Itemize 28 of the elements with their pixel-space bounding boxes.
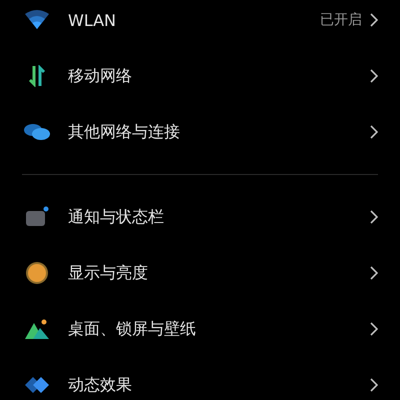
item-label: 移动网络 bbox=[68, 66, 133, 86]
chevron-icon bbox=[370, 266, 378, 280]
layers-icon bbox=[23, 374, 51, 396]
settings-item[interactable]: 动态效果 bbox=[0, 357, 400, 400]
mountain-icon bbox=[24, 318, 50, 340]
notification-icon bbox=[25, 206, 49, 228]
chevron-icon bbox=[370, 13, 378, 27]
settings-item[interactable]: 桌面、锁屏与壁纸 bbox=[0, 301, 400, 357]
item-label: WLAN bbox=[68, 10, 118, 30]
settings-item[interactable]: 通知与状态栏 bbox=[0, 189, 400, 245]
brightness-icon bbox=[25, 261, 49, 285]
item-label: 动态效果 bbox=[68, 374, 133, 396]
chevron-icon bbox=[370, 210, 378, 224]
chevron-icon bbox=[370, 125, 378, 139]
settings-item[interactable]: 移动网络 bbox=[0, 48, 400, 104]
chevron-icon bbox=[370, 378, 378, 392]
settings-item[interactable]: WLAN 已开启 bbox=[0, 0, 400, 48]
settings-item[interactable]: 其他网络与连接 bbox=[0, 104, 400, 160]
settings-item[interactable]: 显示与亮度 bbox=[0, 245, 400, 301]
wifi-icon bbox=[24, 10, 50, 30]
item-status: 已开启 bbox=[320, 11, 362, 29]
item-label: 其他网络与连接 bbox=[68, 122, 181, 142]
chevron-icon bbox=[370, 322, 378, 336]
chevron-icon bbox=[370, 69, 378, 83]
item-label: 通知与状态栏 bbox=[68, 206, 165, 228]
item-label: 显示与亮度 bbox=[68, 262, 149, 284]
bubbles-icon bbox=[23, 122, 51, 142]
item-label: 桌面、锁屏与壁纸 bbox=[68, 318, 197, 340]
